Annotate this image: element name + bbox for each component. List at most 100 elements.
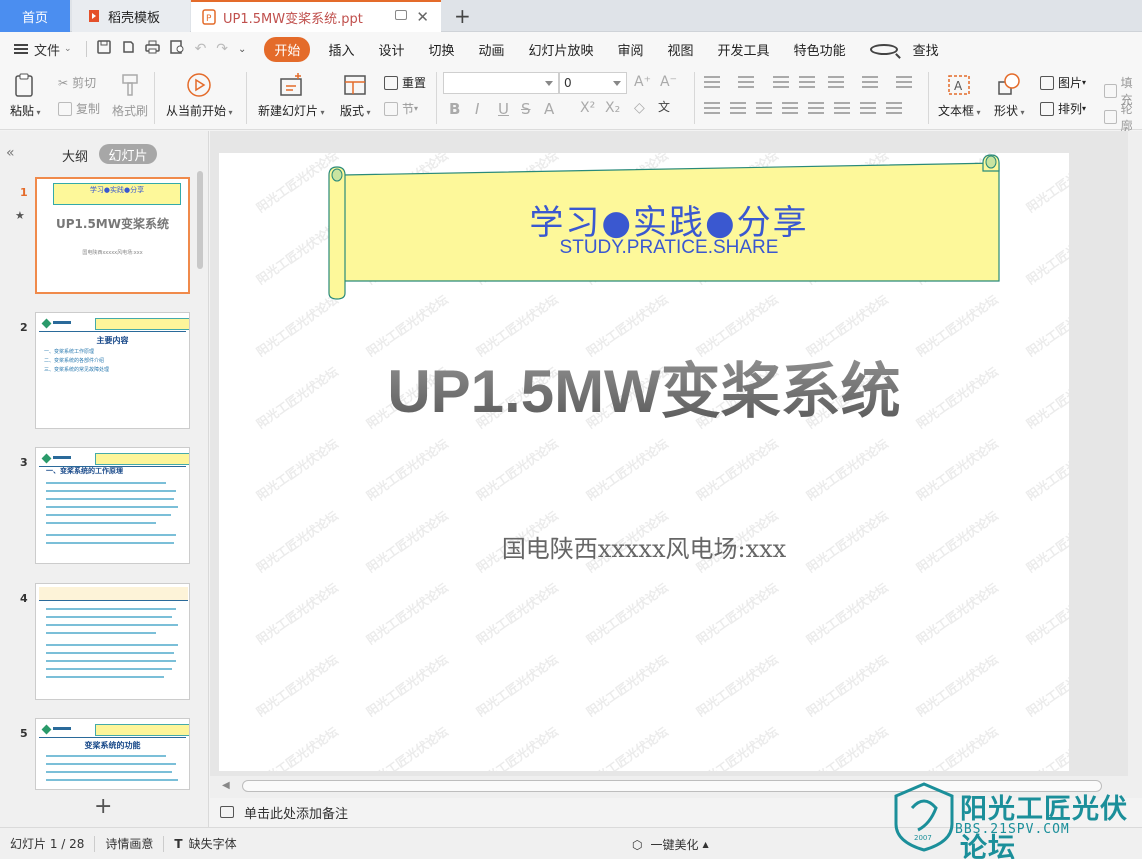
bullet-list-icon[interactable]	[704, 76, 720, 88]
watermark-text: 阳光工匠光伏论坛	[473, 436, 561, 504]
thumb-header	[39, 722, 189, 738]
redo-icon[interactable]: ↷	[216, 41, 228, 57]
menu-tab-animation[interactable]: 动画	[466, 40, 516, 59]
slide-subtitle[interactable]: 国电陕西xxxxx风电场:xxx	[219, 529, 1069, 564]
underline-icon[interactable]: U	[498, 100, 509, 118]
numbered-list-icon[interactable]	[738, 76, 754, 88]
paragraph-settings-icon[interactable]	[886, 102, 902, 114]
copy-button[interactable]: 复制	[58, 100, 100, 117]
theme-name[interactable]: 诗情画意	[95, 835, 163, 852]
menu-tab-home[interactable]: 开始	[264, 36, 311, 62]
slide-banner-subtext[interactable]: STUDY.PRATICE.SHARE	[349, 237, 989, 259]
scroll-left-icon[interactable]: ◀	[222, 780, 230, 791]
play-from-current-button[interactable]: 从当前开始 ▾	[166, 72, 233, 119]
thumb-text-line	[46, 676, 164, 678]
slide-thumbnail-4[interactable]	[35, 583, 190, 700]
watermark-text: 阳光工匠光伏论坛	[913, 652, 1001, 720]
divider	[694, 72, 695, 124]
column-icon[interactable]	[834, 102, 850, 114]
missing-font-button[interactable]: T 缺失字体	[164, 835, 246, 852]
print-preview-icon[interactable]	[169, 40, 185, 58]
align-left-icon[interactable]	[704, 102, 720, 114]
arrange-button[interactable]: 排列 ▾	[1040, 100, 1086, 117]
tab-document[interactable]: P UP1.5MW变桨系统.ppt ✕	[191, 0, 441, 32]
cut-button[interactable]: ✂ 剪切	[58, 74, 96, 91]
print-icon[interactable]	[144, 40, 160, 58]
thumb-list-item: 二、变桨系统的各部件介绍	[44, 358, 105, 364]
section-button[interactable]: 节 ▾	[384, 100, 418, 117]
watermark-text: 阳光工匠光伏论坛	[913, 580, 1001, 648]
slide-number: 2	[20, 321, 28, 334]
vertical-align-icon[interactable]	[860, 102, 876, 114]
close-tab-icon[interactable]: ✕	[416, 8, 429, 26]
collapse-panel-icon[interactable]: «	[6, 145, 15, 161]
shape-button[interactable]: 形状 ▾	[994, 72, 1025, 119]
justify-icon[interactable]	[782, 102, 798, 114]
tab-template[interactable]: 稻壳模板	[72, 0, 190, 32]
file-menu[interactable]: 文件 ⌄	[14, 40, 72, 59]
thumb-title: UP1.5MW变桨系统	[56, 217, 169, 231]
watermark-text: 阳光工匠光伏论坛	[803, 580, 891, 648]
menu-tab-review[interactable]: 审阅	[606, 40, 656, 59]
menu-tab-design[interactable]: 设计	[366, 40, 416, 59]
decrease-font-icon[interactable]: A⁻	[660, 74, 677, 90]
add-tab-button[interactable]: +	[454, 4, 471, 28]
layout-button[interactable]: 版式 ▾	[340, 72, 371, 119]
menu-tab-transition[interactable]: 切换	[416, 40, 466, 59]
window-restore-icon[interactable]	[395, 10, 407, 20]
clear-format-icon[interactable]: ◇	[634, 100, 645, 116]
save-icon[interactable]	[96, 40, 111, 58]
slide-thumbnail-2[interactable]: 主要内容 一、变桨系统工作原理 二、变桨系统的各部件介绍 三、变桨系统的常见故障…	[35, 312, 190, 429]
tab-outline[interactable]: 大纲	[62, 146, 88, 165]
font-color-icon[interactable]: A	[544, 100, 554, 118]
thumbnail-scrollbar[interactable]	[197, 171, 203, 269]
menu-tab-features[interactable]: 特色功能	[782, 40, 858, 59]
vertical-scrollbar[interactable]	[1128, 131, 1142, 776]
textbox-button[interactable]: A 文本框 ▾	[938, 72, 981, 119]
tab-home[interactable]: 首页	[0, 0, 70, 32]
new-slide-button[interactable]: 新建幻灯片 ▾	[258, 72, 325, 119]
font-family-select[interactable]	[443, 72, 559, 94]
menu-tab-slideshow[interactable]: 幻灯片放映	[517, 40, 606, 59]
search-label: 查找	[912, 43, 939, 59]
format-painter-button[interactable]: 格式刷	[112, 72, 148, 119]
slide-thumbnail-5[interactable]: 变桨系统的功能	[35, 718, 190, 790]
add-slide-button[interactable]: +	[94, 794, 112, 819]
slide-canvas[interactable]: 阳光工匠光伏论坛 阳光工匠光伏论坛 阳光工匠光伏论坛 阳光工匠光伏论坛 阳光工匠光伏论坛…	[219, 153, 1069, 771]
bold-icon[interactable]: B	[449, 100, 460, 118]
undo-icon[interactable]: ↶	[195, 41, 207, 57]
phonetic-guide-icon[interactable]: 文	[658, 98, 670, 115]
increase-indent-icon[interactable]	[799, 76, 815, 88]
menu-tab-developer[interactable]: 开发工具	[706, 40, 782, 59]
menu-tab-insert[interactable]: 插入	[316, 40, 366, 59]
font-size-select[interactable]: 0	[559, 72, 627, 94]
watermark-text: 阳光工匠光伏论坛	[1023, 220, 1069, 288]
align-text-icon[interactable]	[862, 76, 878, 88]
italic-icon[interactable]: I	[475, 100, 479, 118]
align-center-icon[interactable]	[730, 102, 746, 114]
paste-button[interactable]: 粘贴 ▾	[10, 72, 41, 119]
slide-thumbnail-1[interactable]: 学习●实践●分享 UP1.5MW变桨系统 国电陕西xxxxx风电场:xxx	[35, 177, 190, 294]
slide-thumbnail-3[interactable]: 一、变桨系统的工作原理	[35, 447, 190, 564]
menu-tab-view[interactable]: 视图	[656, 40, 706, 59]
search-button[interactable]: 查找	[858, 40, 963, 59]
beautify-button[interactable]: ⬡ 一键美化 ▲	[632, 836, 709, 853]
outline-button[interactable]: 轮廓	[1104, 100, 1142, 134]
distribute-icon[interactable]	[808, 102, 824, 114]
thumb-text-line	[46, 542, 174, 544]
reset-button[interactable]: 重置	[384, 74, 426, 91]
picture-button[interactable]: 图片 ▾	[1040, 74, 1086, 91]
tab-slides[interactable]: 幻灯片	[99, 144, 157, 164]
tab-home-label: 首页	[21, 10, 48, 26]
strikethrough-icon[interactable]: S	[521, 100, 531, 118]
slide-title[interactable]: UP1.5MW变桨系统	[219, 343, 1069, 430]
line-spacing-icon[interactable]	[896, 76, 912, 88]
superscript-icon[interactable]: X²	[580, 100, 595, 116]
increase-font-icon[interactable]: A⁺	[634, 74, 651, 90]
text-direction-icon[interactable]	[828, 76, 844, 88]
subscript-icon[interactable]: X₂	[605, 100, 620, 116]
export-pdf-icon[interactable]	[121, 40, 135, 58]
decrease-indent-icon[interactable]	[773, 76, 789, 88]
align-right-icon[interactable]	[756, 102, 772, 114]
customize-toolbar-icon[interactable]: ⌄	[238, 44, 246, 55]
